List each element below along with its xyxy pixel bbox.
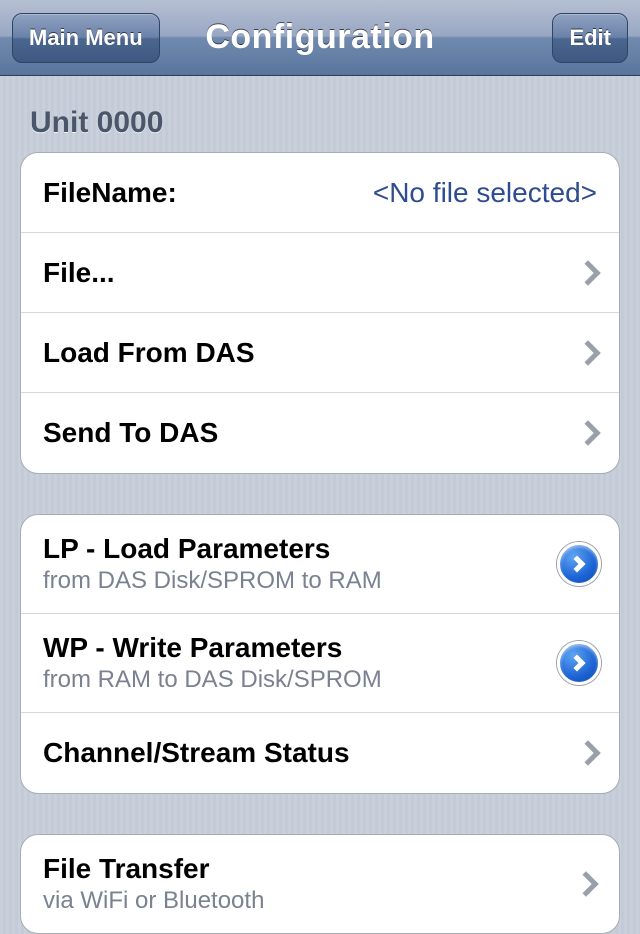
wp-subtitle: from RAM to DAS Disk/SPROM: [43, 666, 382, 694]
transfer-group: File Transfer via WiFi or Bluetooth: [20, 834, 620, 934]
chevron-right-icon: [575, 420, 600, 445]
channel-status-row[interactable]: Channel/Stream Status: [21, 713, 619, 793]
chevron-right-icon: [569, 556, 586, 573]
lp-subtitle: from DAS Disk/SPROM to RAM: [43, 567, 382, 595]
send-to-das-label: Send To DAS: [43, 417, 218, 449]
write-parameters-row[interactable]: WP - Write Parameters from RAM to DAS Di…: [21, 614, 619, 713]
chevron-right-icon: [575, 340, 600, 365]
load-from-das-row[interactable]: Load From DAS: [21, 313, 619, 393]
params-group: LP - Load Parameters from DAS Disk/SPROM…: [20, 514, 620, 794]
channel-status-label: Channel/Stream Status: [43, 737, 350, 769]
section-header: Unit 0000: [0, 76, 640, 152]
load-from-das-label: Load From DAS: [43, 337, 255, 369]
navbar: Main Menu Configuration Edit: [0, 0, 640, 76]
send-to-das-row[interactable]: Send To DAS: [21, 393, 619, 473]
file-transfer-row[interactable]: File Transfer via WiFi or Bluetooth: [21, 835, 619, 933]
detail-disclosure-icon[interactable]: [557, 641, 601, 685]
chevron-right-icon: [573, 871, 598, 896]
filename-value: <No file selected>: [373, 177, 597, 209]
file-label: File...: [43, 257, 115, 289]
wp-title: WP - Write Parameters: [43, 632, 342, 664]
back-button[interactable]: Main Menu: [12, 13, 160, 63]
load-parameters-row[interactable]: LP - Load Parameters from DAS Disk/SPROM…: [21, 515, 619, 614]
file-row[interactable]: File...: [21, 233, 619, 313]
back-button-label: Main Menu: [29, 25, 143, 51]
filename-label: FileName:: [43, 177, 177, 209]
file-transfer-title: File Transfer: [43, 853, 210, 885]
chevron-right-icon: [575, 740, 600, 765]
chevron-right-icon: [575, 260, 600, 285]
file-group: FileName: <No file selected> File... Loa…: [20, 152, 620, 474]
edit-button[interactable]: Edit: [552, 13, 628, 63]
lp-title: LP - Load Parameters: [43, 533, 330, 565]
detail-disclosure-icon[interactable]: [557, 542, 601, 586]
edit-button-label: Edit: [569, 25, 611, 51]
filename-row: FileName: <No file selected>: [21, 153, 619, 233]
file-transfer-subtitle: via WiFi or Bluetooth: [43, 887, 264, 915]
chevron-right-icon: [569, 655, 586, 672]
